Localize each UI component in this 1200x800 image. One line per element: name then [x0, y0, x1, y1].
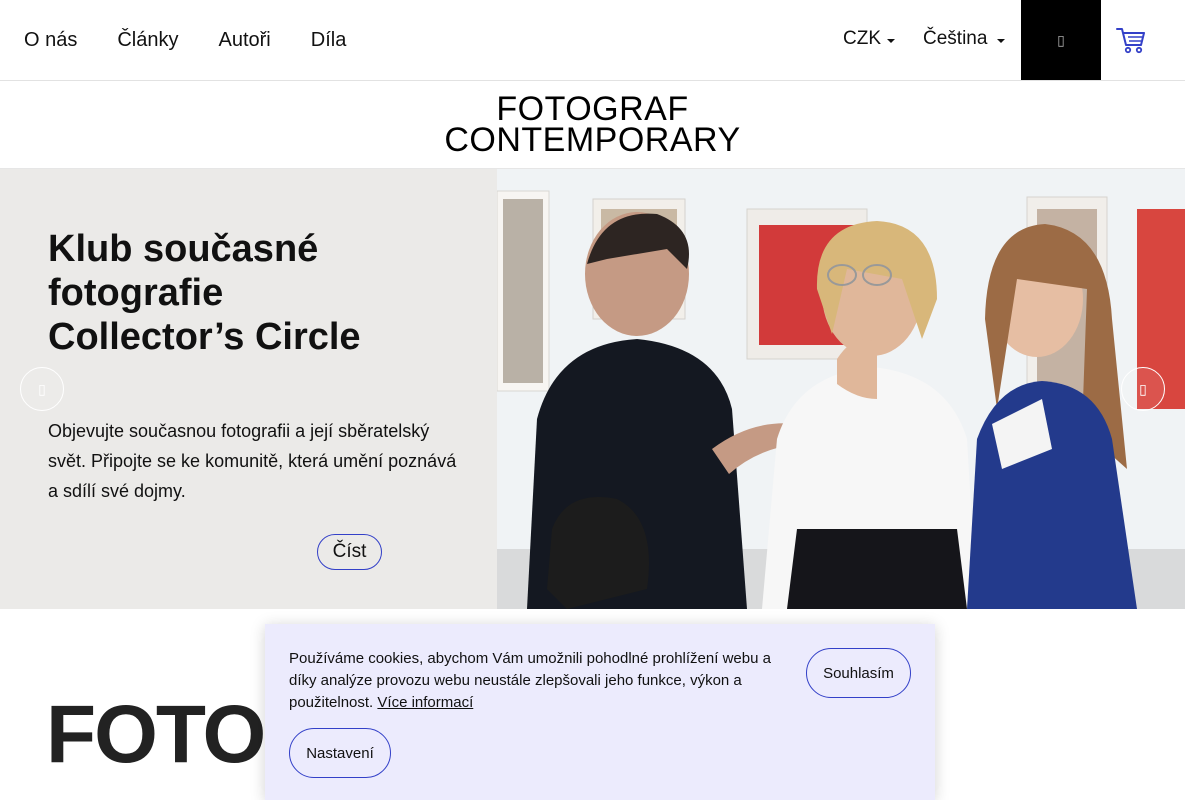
language-select[interactable]: Čeština — [923, 28, 1006, 50]
slider-next-button[interactable]: ▯ — [1121, 367, 1165, 411]
currency-value: CZK — [843, 28, 881, 49]
language-value: Čeština — [923, 28, 988, 49]
gallery-photo — [497, 169, 1185, 609]
main-menu: O nás Články Autoři Díla — [24, 0, 386, 80]
hero-description: Objevujte současnou fotografii a její sb… — [48, 421, 457, 501]
hero-title-line: Collector’s Circle — [48, 316, 361, 358]
nav-link-about[interactable]: O nás — [24, 29, 77, 52]
slider-prev-button[interactable]: ▯ — [20, 367, 64, 411]
currency-select[interactable]: CZK — [843, 28, 895, 50]
page-scrollbar[interactable] — [1185, 0, 1200, 800]
caret-down-icon — [997, 38, 1006, 43]
cookie-banner: Používáme cookies, abychom Vám umožnili … — [265, 624, 935, 800]
logo-line-2: CONTEMPORARY — [444, 120, 741, 159]
top-navigation: O nás Články Autoři Díla CZK Čeština ▯ — [0, 0, 1185, 81]
more-info-link[interactable]: Více informací — [377, 694, 473, 711]
site-logo[interactable]: FOTOGRAF CONTEMPORARY — [0, 81, 1185, 169]
cookie-message: Používáme cookies, abychom Vám umožnili … — [289, 650, 771, 711]
caret-down-icon — [887, 38, 895, 43]
hero-title-line: fotografie — [48, 272, 224, 314]
search-button[interactable]: ▯ — [1021, 0, 1101, 80]
search-icon: ▯ — [1057, 31, 1065, 48]
nav-link-works[interactable]: Díla — [311, 29, 347, 52]
hero-title-line: Klub současné — [48, 228, 319, 270]
nav-link-authors[interactable]: Autoři — [219, 29, 271, 52]
cart-icon — [1116, 28, 1145, 54]
cookie-text: Používáme cookies, abychom Vám umožnili … — [289, 648, 779, 714]
chevron-left-icon: ▯ — [38, 380, 46, 397]
hero-title: Klub současné fotografie Collector’s Cir… — [48, 227, 468, 359]
cookie-settings-button[interactable]: Nastavení — [289, 728, 391, 778]
nav-link-articles[interactable]: Články — [117, 29, 178, 52]
chevron-right-icon: ▯ — [1139, 380, 1147, 397]
hero-slider: Klub současné fotografie Collector’s Cir… — [0, 169, 1185, 609]
read-button[interactable]: Číst — [317, 534, 382, 570]
cart-button[interactable] — [1101, 0, 1161, 80]
agree-button[interactable]: Souhlasím — [806, 648, 911, 698]
hero-photo — [497, 169, 1185, 609]
logo-line-1: FOTOGRAF — [496, 89, 689, 128]
